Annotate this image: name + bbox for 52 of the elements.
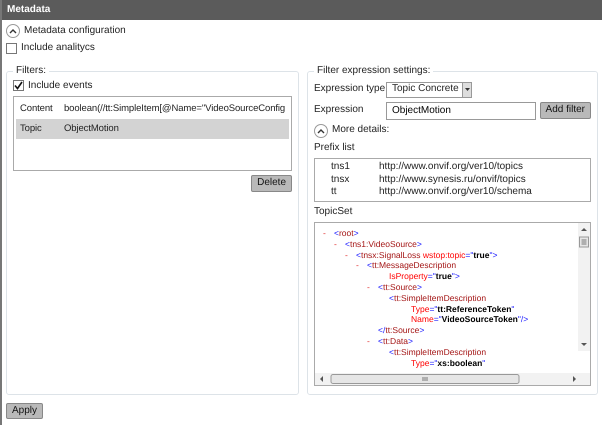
xml-line: <tt:MessageDescription <box>367 260 456 270</box>
xml-line: <tnsx:SignalLoss wstop:topic="true"> <box>356 250 498 260</box>
xml-line: <tns1:VideoSource> <box>345 238 422 249</box>
add-filter-button[interactable]: Add filter <box>540 102 591 119</box>
xml-line: <tt:Data> <box>378 336 413 346</box>
xml-line: IsProperty="true"> <box>389 271 460 282</box>
expression-type-dropdown[interactable]: Topic Concrete <box>386 82 472 98</box>
xml-line: <tt:SimpleItemDescription <box>389 292 486 303</box>
filter-row[interactable]: Content boolean(//tt:SimpleItem[@Name="VideoSourceConfig <box>16 99 289 119</box>
list-label: TopicSet <box>314 206 354 218</box>
filter-expression: boolean(//tt:SimpleItem[@Name="VideoSourceConfig <box>64 103 286 115</box>
checkbox[interactable] <box>13 80 24 92</box>
window-title: Metadata <box>2 0 602 20</box>
xml-line: </tt:Source> <box>378 325 424 336</box>
filter-row[interactable]: Topic ObjectMotion <box>16 119 289 139</box>
collapse-marker[interactable]: - <box>323 228 334 239</box>
field-label: Expression type <box>314 83 386 96</box>
horizontal-scrollbar[interactable] <box>315 373 590 385</box>
xml-line: <tt:Source> <box>378 282 422 292</box>
prefix-uri: http://www.onvif.org/ver10/topics <box>379 161 523 174</box>
collapse-marker[interactable]: - <box>367 336 378 347</box>
filter-type: Topic <box>20 123 43 135</box>
collapse-marker[interactable]: - <box>367 282 378 293</box>
apply-button[interactable]: Apply <box>6 402 44 419</box>
prefix-uri: http://www.synesis.ru/onvif/topics <box>379 174 526 186</box>
checkbox[interactable] <box>6 42 17 54</box>
delete-button[interactable]: Delete <box>251 175 292 192</box>
collapse-icon[interactable] <box>314 124 328 138</box>
panel-legend: Filter expression settings: <box>314 64 434 77</box>
collapse-icon[interactable] <box>6 24 20 38</box>
prefix-name: tt <box>331 186 338 198</box>
xml-line: Type="xs:boolean" <box>411 358 486 368</box>
xml-line: <root> <box>334 228 359 238</box>
prefix-uri: http://www.onvif.org/ver10/schema <box>379 186 532 198</box>
checkbox-label: Include analitycs <box>21 42 95 54</box>
vertical-scrollbar[interactable] <box>578 223 590 351</box>
collapse-marker[interactable]: - <box>334 238 345 250</box>
list-label: Prefix list <box>314 142 356 154</box>
xml-line: Type="tt:ReferenceToken" <box>411 304 514 314</box>
xml-line: <tt:SimpleItemDescription <box>389 346 486 357</box>
filter-type: Content <box>20 103 54 115</box>
field-label: Expression <box>314 104 364 117</box>
prefix-name: tnsx <box>331 174 350 186</box>
expression-field[interactable]: ObjectMotion <box>386 102 536 120</box>
section-label: More details: <box>332 124 390 137</box>
collapse-marker[interactable]: - <box>356 260 367 272</box>
checkbox-label: Include events <box>28 80 92 92</box>
section-label: Metadata configuration <box>24 24 126 38</box>
prefix-name: tns1 <box>331 161 351 174</box>
collapse-marker[interactable]: - <box>345 250 356 260</box>
xml-line: Name="VideoSourceToken"/> <box>411 314 528 324</box>
filter-expression: ObjectMotion <box>64 123 119 135</box>
